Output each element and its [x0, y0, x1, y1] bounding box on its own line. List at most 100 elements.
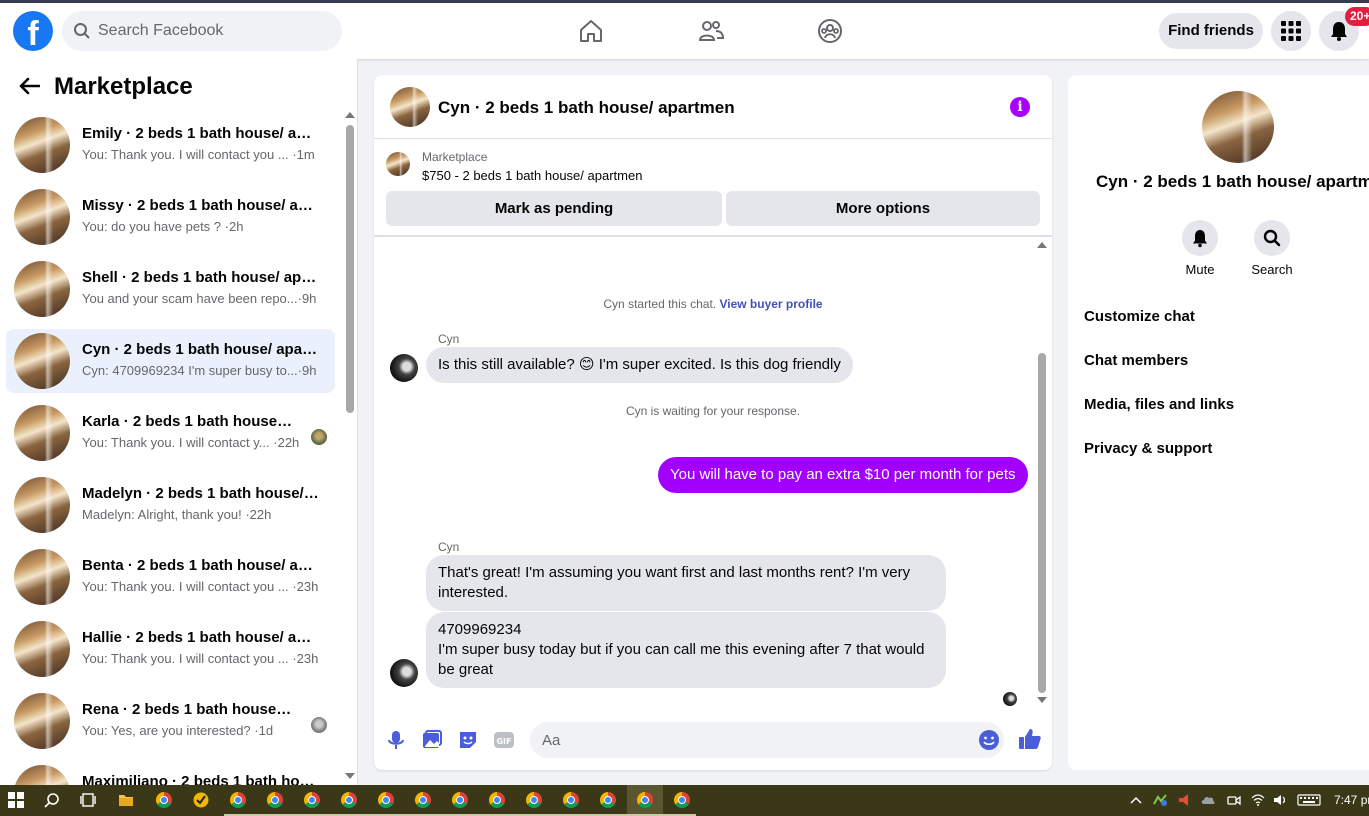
photo-icon[interactable]	[421, 729, 443, 751]
chat-header: Cyn · 2 beds 1 bath house/ apartmen i	[374, 75, 1052, 139]
conversation-item[interactable]: Madelyn · 2 beds 1 bath house/ apartmen …	[6, 473, 335, 537]
chrome-icon[interactable]	[341, 792, 357, 808]
conversation-title: Maximiliano · 2 beds 1 bath house/ apart…	[82, 773, 320, 785]
emoji-icon[interactable]	[978, 729, 1000, 751]
conversation-title: Benta · 2 beds 1 bath house/ apartmen	[82, 557, 320, 574]
norton-icon[interactable]	[193, 792, 209, 808]
apps-grid-icon	[1281, 21, 1301, 41]
conversation-item[interactable]: Emily · 2 beds 1 bath house/ apartmen Yo…	[6, 113, 335, 177]
chrome-icon[interactable]	[304, 792, 320, 808]
conversation-preview: You: do you have pets ? ·2h	[82, 219, 244, 234]
chrome-icon[interactable]	[156, 792, 172, 808]
chrome-icon[interactable]	[452, 792, 468, 808]
message-bubble-incoming[interactable]: Is this still available? 😊 I'm super exc…	[426, 347, 853, 383]
find-friends-button[interactable]: Find friends	[1159, 13, 1263, 49]
home-icon[interactable]	[577, 17, 605, 45]
listing-thumbnail	[14, 621, 70, 677]
view-buyer-profile-link[interactable]: View buyer profile	[719, 297, 822, 311]
clock[interactable]: 7:47 pm	[1334, 793, 1369, 807]
chat-title[interactable]: Cyn · 2 beds 1 bath house/ apartmen	[438, 98, 735, 118]
onedrive-cloud-icon[interactable]	[1201, 794, 1215, 806]
more-options-button[interactable]: More options	[726, 191, 1040, 226]
message-bubble-incoming[interactable]: 4709969234 I'm super busy today but if y…	[426, 612, 946, 688]
privacy-support-link[interactable]: Privacy & support	[1084, 440, 1212, 457]
message-bubble-outgoing[interactable]: You will have to pay an extra $10 per mo…	[658, 457, 1028, 493]
seen-avatar	[1003, 692, 1017, 706]
search-in-chat-button[interactable]: Search	[1242, 220, 1302, 277]
chat-scrollbar[interactable]	[1038, 353, 1046, 693]
chrome-icon[interactable]	[674, 792, 690, 808]
mute-button[interactable]: Mute	[1170, 220, 1230, 277]
listing-thumbnail[interactable]	[386, 152, 410, 176]
sender-name: Cyn	[438, 540, 460, 554]
chrome-icon[interactable]	[526, 792, 542, 808]
chrome-icon[interactable]	[378, 792, 394, 808]
meet-now-icon[interactable]	[1227, 794, 1241, 806]
chrome-icon[interactable]	[415, 792, 431, 808]
conversation-title: Shell · 2 beds 1 bath house/ apartmen	[82, 269, 320, 286]
mark-as-pending-button[interactable]: Mark as pending	[386, 191, 722, 226]
svg-text:GIF: GIF	[496, 737, 511, 746]
groups-icon[interactable]	[816, 17, 844, 45]
task-view-icon[interactable]	[80, 792, 96, 808]
conversation-item[interactable]: Hallie · 2 beds 1 bath house/ apartmen Y…	[6, 617, 335, 681]
network-app-icon[interactable]	[1153, 794, 1167, 806]
friends-icon[interactable]	[697, 17, 725, 45]
sender-avatar[interactable]	[390, 354, 418, 382]
chrome-icon[interactable]	[489, 792, 505, 808]
info-icon[interactable]: i	[1010, 97, 1030, 117]
sender-avatar[interactable]	[390, 659, 418, 687]
chrome-icon[interactable]	[267, 792, 283, 808]
file-explorer-icon[interactable]	[118, 792, 134, 808]
marketplace-label: Marketplace	[422, 150, 488, 164]
back-arrow-icon[interactable]	[18, 77, 40, 95]
listing-thumbnail	[14, 693, 70, 749]
chrome-icon[interactable]	[637, 792, 653, 808]
wifi-icon[interactable]	[1251, 794, 1265, 806]
message-input[interactable]	[530, 722, 1004, 758]
chat-scroll-down-arrow[interactable]	[1037, 697, 1047, 703]
chrome-icon[interactable]	[600, 792, 616, 808]
customize-chat-link[interactable]: Customize chat	[1084, 308, 1195, 325]
menu-button[interactable]	[1271, 11, 1311, 51]
chat-members-link[interactable]: Chat members	[1084, 352, 1188, 369]
listing-thumbnail[interactable]	[390, 87, 430, 127]
listing-thumbnail	[14, 477, 70, 533]
sticker-icon[interactable]	[457, 729, 479, 751]
chat-scroll-up-arrow[interactable]	[1037, 242, 1047, 248]
chrome-icon[interactable]	[563, 792, 579, 808]
facebook-logo[interactable]: f	[13, 11, 53, 51]
listing-thumbnail[interactable]	[1202, 91, 1274, 163]
keyboard-icon[interactable]	[1297, 794, 1321, 806]
top-navigation-bar: f Find friends 20+	[0, 3, 1369, 59]
taskbar-search-icon[interactable]	[44, 792, 60, 808]
red-app-icon[interactable]	[1177, 794, 1191, 806]
sender-name: Cyn	[438, 332, 460, 346]
listing-price-title[interactable]: $750 - 2 beds 1 bath house/ apartmen	[422, 168, 642, 183]
conversation-item[interactable]: Benta · 2 beds 1 bath house/ apartmen Yo…	[6, 545, 335, 609]
gif-icon[interactable]: GIF	[493, 729, 515, 751]
chrome-icon[interactable]	[230, 792, 246, 808]
conversation-item[interactable]: Shell · 2 beds 1 bath house/ apartmen Yo…	[6, 257, 335, 321]
scroll-up-arrow[interactable]	[345, 112, 355, 118]
windows-start-icon[interactable]	[8, 792, 24, 808]
conversation-item-active[interactable]: Cyn · 2 beds 1 bath house/ apartmen Cyn:…	[6, 329, 335, 393]
scroll-down-arrow[interactable]	[345, 773, 355, 779]
search-box[interactable]	[62, 11, 342, 51]
message-bubble-incoming[interactable]: That's great! I'm assuming you want firs…	[426, 555, 946, 611]
conversation-item[interactable]: Maximiliano · 2 beds 1 bath house/ apart…	[6, 761, 335, 785]
volume-icon[interactable]	[1273, 794, 1287, 806]
page-title: Marketplace	[54, 73, 193, 100]
search-input[interactable]	[98, 11, 328, 51]
like-thumbs-up-icon[interactable]	[1018, 727, 1042, 751]
conversation-item[interactable]: Rena · 2 beds 1 bath house/ apartmen You…	[6, 689, 335, 753]
conversation-item[interactable]: Karla · 2 beds 1 bath house/ apartmen Yo…	[6, 401, 335, 465]
message-line: I'm super busy today but if you can call…	[438, 641, 925, 678]
conversation-item[interactable]: Missy · 2 beds 1 bath house/ apartmen Yo…	[6, 185, 335, 249]
media-files-links-link[interactable]: Media, files and links	[1084, 396, 1234, 413]
message-composer: GIF	[374, 715, 1052, 765]
microphone-icon[interactable]	[385, 729, 407, 751]
sidebar-scrollbar[interactable]	[346, 125, 354, 413]
show-hidden-icons-chevron-icon[interactable]	[1129, 794, 1143, 806]
listing-thumbnail	[14, 117, 70, 173]
